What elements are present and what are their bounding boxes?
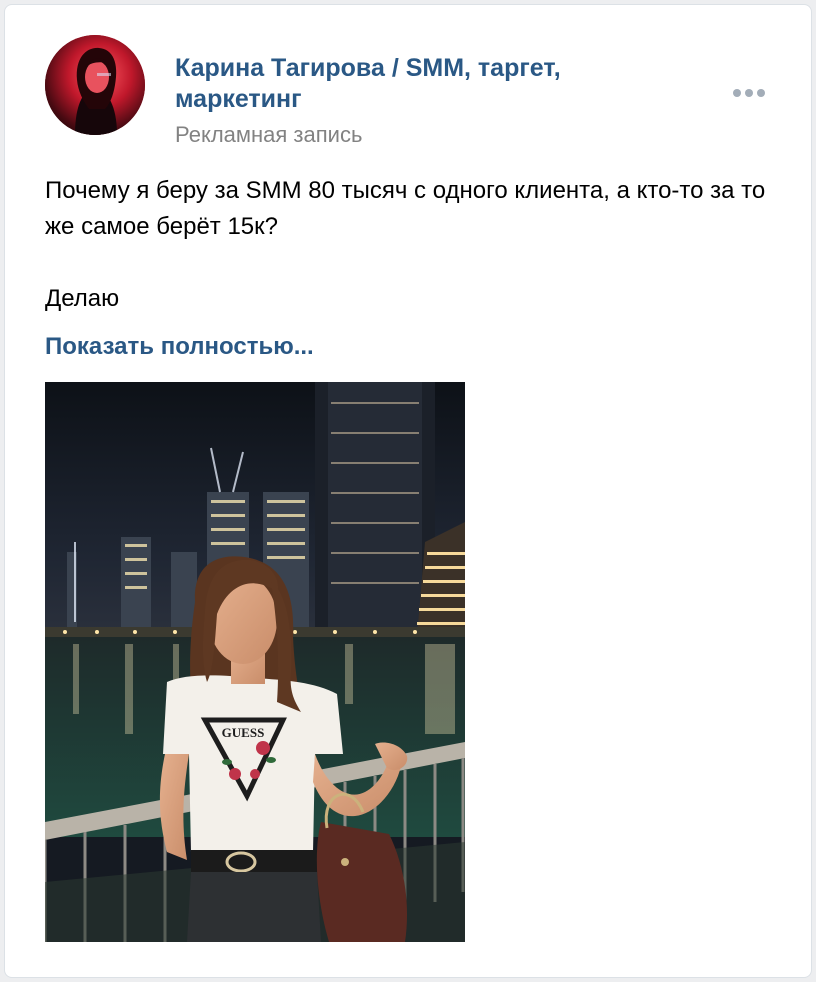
post-menu-button[interactable] (729, 81, 769, 105)
night-city-photo: GUESS (45, 382, 465, 942)
post-card: Карина Тагирова / SMM, таргет, маркетинг… (4, 4, 812, 978)
post-text-line: Почему я беру за SMM 80 тысяч с одного к… (45, 177, 766, 240)
post-photo[interactable]: GUESS (45, 382, 465, 942)
post-type-label: Рекламная запись (175, 122, 363, 147)
author-name[interactable]: Карина Тагирова / SMM, таргет, маркетинг (175, 53, 655, 115)
post-text: Почему я беру за SMM 80 тысяч с одного к… (45, 173, 785, 317)
show-more-link[interactable]: Показать полностью... (45, 331, 314, 363)
shirt-logo-text: GUESS (222, 725, 265, 740)
ellipsis-icon (733, 89, 765, 97)
post-text-line: Делаю (45, 285, 120, 312)
avatar-portrait (45, 35, 145, 135)
author-avatar[interactable] (45, 35, 145, 135)
